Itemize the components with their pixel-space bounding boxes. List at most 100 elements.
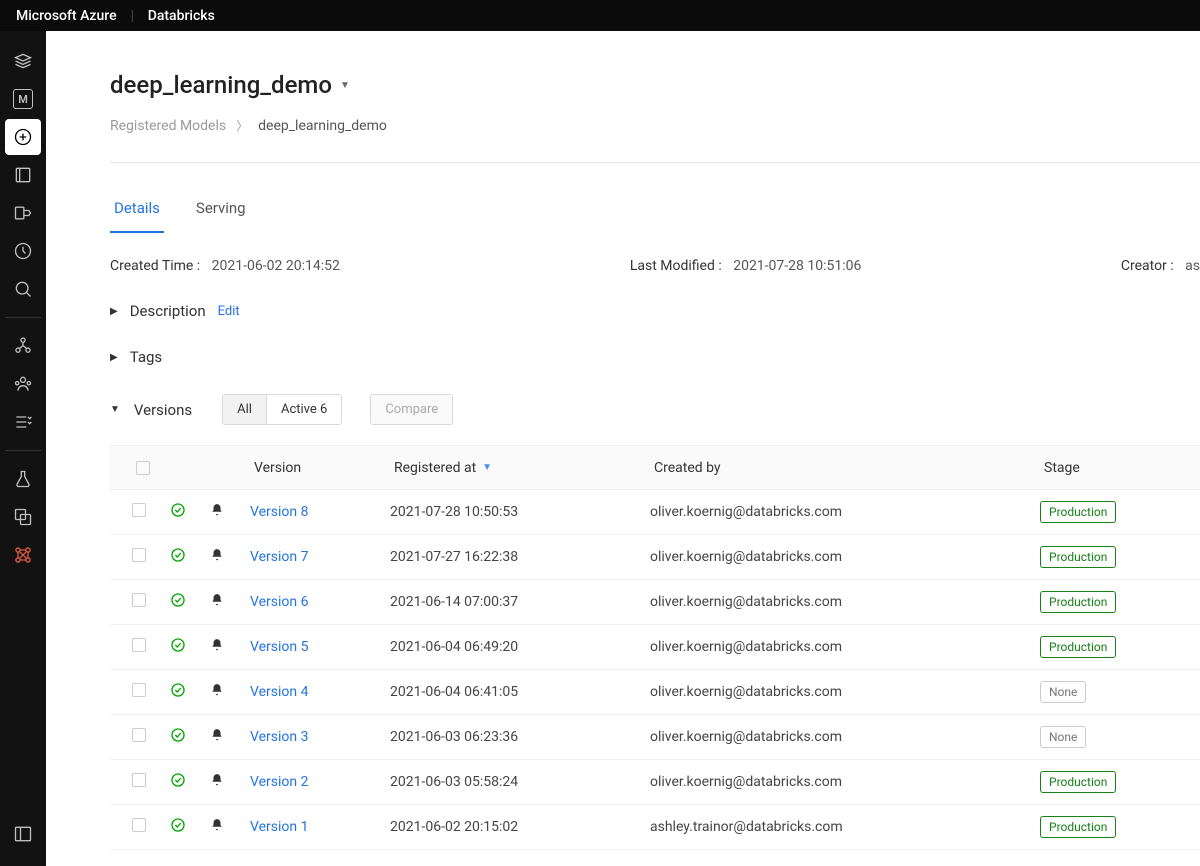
nav-workspace-icon[interactable] xyxy=(5,157,41,193)
brand-azure: Microsoft Azure xyxy=(16,8,117,24)
version-link[interactable]: Version 8 xyxy=(250,504,308,520)
nav-create-icon[interactable] xyxy=(5,119,41,155)
col-version[interactable]: Version xyxy=(250,460,390,476)
filter-segment: All Active 6 xyxy=(222,394,342,425)
row-checkbox[interactable] xyxy=(132,683,146,697)
bell-icon[interactable] xyxy=(210,503,250,521)
brand-separator: | xyxy=(131,8,134,24)
versions-table: Version Registered at ▼ Created by Stage… xyxy=(110,445,1200,850)
breadcrumb-root[interactable]: Registered Models xyxy=(110,118,226,134)
nav-databricks-icon[interactable] xyxy=(5,43,41,79)
version-link[interactable]: Version 1 xyxy=(250,819,308,835)
stage-badge[interactable]: Production xyxy=(1040,636,1116,658)
filter-all-button[interactable]: All xyxy=(223,395,266,424)
bell-icon[interactable] xyxy=(210,818,250,836)
creator-label: Creator : xyxy=(1121,258,1174,274)
version-link[interactable]: Version 6 xyxy=(250,594,308,610)
nav-compute-icon[interactable] xyxy=(5,366,41,402)
bell-icon[interactable] xyxy=(210,593,250,611)
bell-icon[interactable] xyxy=(210,773,250,791)
stage-badge[interactable]: None xyxy=(1040,726,1086,748)
tab-serving[interactable]: Serving xyxy=(192,189,250,233)
select-all-checkbox[interactable] xyxy=(136,461,150,475)
filter-active-button[interactable]: Active 6 xyxy=(266,395,341,424)
table-row: Version 72021-07-27 16:22:38oliver.koern… xyxy=(110,535,1200,580)
status-ok-icon xyxy=(170,637,210,657)
nav-data-icon[interactable] xyxy=(5,328,41,364)
version-link[interactable]: Version 4 xyxy=(250,684,308,700)
main-content: deep_learning_demo ▼ Registered Models 〉… xyxy=(46,31,1200,866)
status-ok-icon xyxy=(170,682,210,702)
stage-badge[interactable]: Production xyxy=(1040,816,1116,838)
version-link[interactable]: Version 5 xyxy=(250,639,308,655)
version-link[interactable]: Version 7 xyxy=(250,549,308,565)
table-row: Version 22021-06-03 05:58:24oliver.koern… xyxy=(110,760,1200,805)
meta-creator: Creator : as xyxy=(1121,258,1200,274)
registered-at-value: 2021-06-04 06:49:20 xyxy=(390,639,650,655)
nav-repos-icon[interactable] xyxy=(5,195,41,231)
col-created-by[interactable]: Created by xyxy=(650,460,1040,476)
nav-feature-store-icon[interactable] xyxy=(5,499,41,535)
topbar: Microsoft Azure | Databricks xyxy=(0,0,1200,31)
nav-search-icon[interactable] xyxy=(5,271,41,307)
caret-down-icon[interactable]: ▼ xyxy=(110,404,120,415)
row-checkbox[interactable] xyxy=(132,593,146,607)
version-link[interactable]: Version 2 xyxy=(250,774,308,790)
nav-panel-icon[interactable] xyxy=(5,816,41,852)
page-title-row: deep_learning_demo ▼ xyxy=(110,71,1200,99)
registered-at-value: 2021-07-28 10:50:53 xyxy=(390,504,650,520)
registered-at-value: 2021-07-27 16:22:38 xyxy=(390,549,650,565)
last-modified-label: Last Modified : xyxy=(630,258,722,274)
sidebar: M xyxy=(0,31,46,866)
col-registered-label: Registered at xyxy=(394,460,476,476)
edit-description-link[interactable]: Edit xyxy=(218,304,240,319)
registered-at-value: 2021-06-03 05:58:24 xyxy=(390,774,650,790)
row-checkbox[interactable] xyxy=(132,773,146,787)
tags-label: Tags xyxy=(130,348,162,366)
nav-experiments-icon[interactable] xyxy=(5,461,41,497)
table-row: Version 82021-07-28 10:50:53oliver.koern… xyxy=(110,490,1200,535)
col-stage[interactable]: Stage xyxy=(1040,460,1200,476)
col-registered[interactable]: Registered at ▼ xyxy=(390,460,650,476)
tab-details[interactable]: Details xyxy=(110,189,164,233)
row-checkbox[interactable] xyxy=(132,818,146,832)
stage-badge[interactable]: Production xyxy=(1040,501,1116,523)
nav-recents-icon[interactable] xyxy=(5,233,41,269)
bell-icon[interactable] xyxy=(210,728,250,746)
registered-at-value: 2021-06-02 20:15:02 xyxy=(390,819,650,835)
row-checkbox[interactable] xyxy=(132,728,146,742)
status-ok-icon xyxy=(170,817,210,837)
row-checkbox[interactable] xyxy=(132,638,146,652)
created-by-value: oliver.koernig@databricks.com xyxy=(650,684,1040,700)
breadcrumb: Registered Models 〉 deep_learning_demo xyxy=(110,117,1200,134)
bell-icon[interactable] xyxy=(210,548,250,566)
table-row: Version 52021-06-04 06:49:20oliver.koern… xyxy=(110,625,1200,670)
table-row: Version 4 2021-06-04 06:41:05oliver.koern… xyxy=(110,670,1200,715)
status-ok-icon xyxy=(170,547,210,567)
row-checkbox[interactable] xyxy=(132,503,146,517)
stage-badge[interactable]: None xyxy=(1040,681,1086,703)
stage-badge[interactable]: Production xyxy=(1040,591,1116,613)
versions-label: Versions xyxy=(134,401,192,419)
section-description[interactable]: ▶ Description Edit xyxy=(110,302,1200,320)
nav-model-icon[interactable]: M xyxy=(5,81,41,117)
registered-at-value: 2021-06-04 06:41:05 xyxy=(390,684,650,700)
compare-button[interactable]: Compare xyxy=(370,394,453,425)
bell-icon[interactable] xyxy=(210,683,250,701)
row-checkbox[interactable] xyxy=(132,548,146,562)
title-dropdown-caret-icon[interactable]: ▼ xyxy=(340,80,350,91)
status-ok-icon xyxy=(170,592,210,612)
bell-icon[interactable] xyxy=(210,638,250,656)
table-header: Version Registered at ▼ Created by Stage xyxy=(110,446,1200,490)
version-link[interactable]: Version 3 xyxy=(250,729,308,745)
stage-badge[interactable]: Production xyxy=(1040,546,1116,568)
nav-models-icon[interactable] xyxy=(5,537,41,573)
section-tags[interactable]: ▶ Tags xyxy=(110,348,1200,366)
created-time-label: Created Time : xyxy=(110,258,200,274)
stage-badge[interactable]: Production xyxy=(1040,771,1116,793)
chevron-right-icon: 〉 xyxy=(236,117,248,134)
last-modified-value: 2021-07-28 10:51:06 xyxy=(733,258,861,274)
nav-jobs-icon[interactable] xyxy=(5,404,41,440)
page-title: deep_learning_demo xyxy=(110,71,332,99)
nav-separator-2 xyxy=(5,450,41,451)
